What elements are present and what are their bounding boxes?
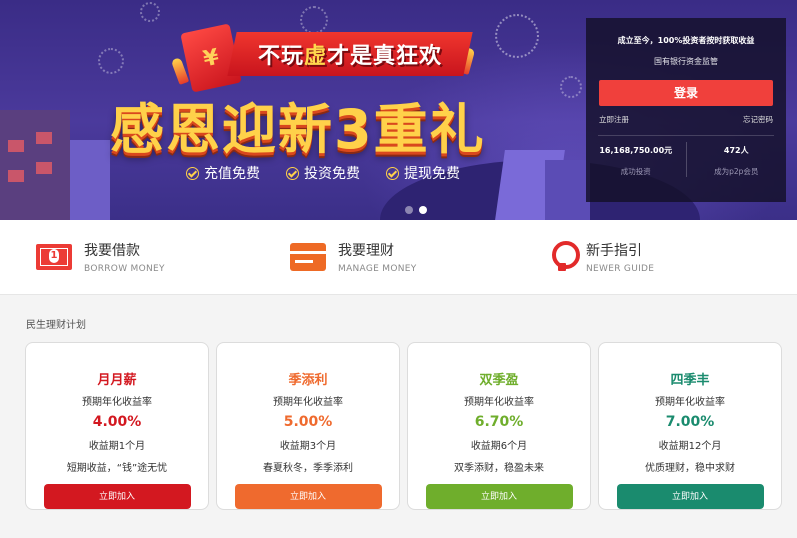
quick-nav: 我要借款 BORROW MONEY 我要理财 MANAGE MONEY 新手指引… xyxy=(0,220,797,295)
nav-title: 新手指引 xyxy=(586,243,642,259)
forgot-password-link[interactable]: 忘记密码 xyxy=(743,114,773,125)
divider xyxy=(598,135,774,136)
building-graphic xyxy=(0,110,70,220)
term-label: 收益期12个月 xyxy=(658,441,722,452)
join-button[interactable]: 立即加入 xyxy=(616,484,764,509)
ribbon-text-post: 才是真狂欢 xyxy=(327,44,443,69)
product-card: 季添利 预期年化收益率 5.00% 收益期3个月 春夏秋冬，季季添利 立即加入 xyxy=(216,342,400,510)
firework-icon xyxy=(98,48,124,74)
stat-label: 成功投资 xyxy=(620,167,651,176)
ribbon-text-highlight: 虚 xyxy=(303,44,327,69)
firework-icon xyxy=(560,76,582,98)
rate-value: 6.70% xyxy=(474,414,524,430)
perk-label: 投资免费 xyxy=(304,166,360,182)
nav-title: 我要理财 xyxy=(338,243,394,259)
product-slogan: 短期收益，“钱”途无忧 xyxy=(66,463,168,474)
promo-banner[interactable]: ¥ 不玩虚才是真狂欢 感恩迎新3重礼 充值免费 投资免费 提现免费 成立至今，1… xyxy=(0,0,797,220)
stat-members: 472人 成为p2p会员 xyxy=(685,142,787,177)
firework-icon xyxy=(140,2,160,22)
term-label: 收益期3个月 xyxy=(279,441,337,452)
rate-label: 预期年化收益率 xyxy=(464,397,534,408)
login-button[interactable]: 登录 xyxy=(599,80,773,106)
nav-title: 我要借款 xyxy=(84,243,140,259)
product-slogan: 春夏秋冬，季季添利 xyxy=(263,463,353,474)
product-card: 月月薪 预期年化收益率 4.00% 收益期1个月 短期收益，“钱”途无忧 立即加… xyxy=(25,342,209,510)
login-subtitle: 国有银行资金监管 xyxy=(654,57,718,66)
rate-value: 7.00% xyxy=(665,414,715,430)
building-graphic xyxy=(70,140,110,220)
login-slogan: 成立至今，100%投资者按时获取收益 xyxy=(617,36,755,45)
check-circle-icon xyxy=(286,166,299,180)
check-circle-icon xyxy=(386,166,399,180)
nav-manage-money[interactable]: 我要理财 MANAGE MONEY xyxy=(290,240,417,274)
nav-subtitle: MANAGE MONEY xyxy=(338,264,417,274)
carousel-dot-1[interactable] xyxy=(405,206,413,214)
platform-stats: 16,168,750.00元 成功投资 472人 成为p2p会员 xyxy=(586,142,786,177)
nav-subtitle: BORROW MONEY xyxy=(84,264,165,274)
money-icon xyxy=(36,244,72,270)
product-card: 双季盈 预期年化收益率 6.70% 收益期6个月 双季添财，稳盈未来 立即加入 xyxy=(407,342,591,510)
perk-label: 提现免费 xyxy=(404,166,460,182)
product-card: 四季丰 预期年化收益率 7.00% 收益期12个月 优质理财，稳中求财 立即加入 xyxy=(598,342,782,510)
register-link[interactable]: 立即注册 xyxy=(599,114,629,125)
product-name: 月月薪 xyxy=(97,373,137,388)
stat-invested: 16,168,750.00元 成功投资 xyxy=(586,142,686,177)
card-icon xyxy=(290,243,326,271)
product-name: 季添利 xyxy=(288,373,328,388)
login-links: 立即注册 忘记密码 xyxy=(586,114,786,125)
firework-icon xyxy=(300,6,328,34)
carousel-dots xyxy=(405,206,427,214)
banner-headline: 感恩迎新3重礼 xyxy=(110,98,486,161)
product-name: 双季盈 xyxy=(479,373,519,388)
term-label: 收益期1个月 xyxy=(88,441,146,452)
stat-value: 472人 xyxy=(723,146,749,155)
nav-subtitle: NEWER GUIDE xyxy=(586,264,655,274)
banner-ribbon: 不玩虚才是真狂欢 xyxy=(227,32,473,76)
term-label: 收益期6个月 xyxy=(470,441,528,452)
nav-text: 我要借款 BORROW MONEY xyxy=(84,240,165,274)
join-button[interactable]: 立即加入 xyxy=(43,484,191,509)
check-circle-icon xyxy=(186,166,199,180)
ribbon-text-pre: 不玩 xyxy=(257,44,304,69)
bulb-icon xyxy=(550,241,580,273)
perk-item: 投资免费 xyxy=(286,163,360,183)
product-cards: 月月薪 预期年化收益率 4.00% 收益期1个月 短期收益，“钱”途无忧 立即加… xyxy=(25,342,782,510)
product-name: 四季丰 xyxy=(670,373,710,388)
nav-newer-guide[interactable]: 新手指引 NEWER GUIDE xyxy=(550,240,654,274)
nav-borrow-money[interactable]: 我要借款 BORROW MONEY xyxy=(36,240,165,274)
login-panel: 成立至今，100%投资者按时获取收益 国有银行资金监管 登录 立即注册 忘记密码… xyxy=(586,18,786,202)
carousel-dot-2[interactable] xyxy=(419,206,427,214)
rate-label: 预期年化收益率 xyxy=(655,397,725,408)
perk-item: 提现免费 xyxy=(386,163,460,183)
perk-list: 充值免费 投资免费 提现免费 xyxy=(186,163,460,183)
rate-value: 4.00% xyxy=(92,414,142,430)
building-graphic xyxy=(545,160,590,220)
section-title: 民生理财计划 xyxy=(26,320,86,331)
product-slogan: 优质理财，稳中求财 xyxy=(645,463,735,474)
stat-value: 16,168,750.00元 xyxy=(599,146,673,155)
ribbon-text: 不玩虚才是真狂欢 xyxy=(258,38,442,70)
join-button[interactable]: 立即加入 xyxy=(425,484,573,509)
join-button[interactable]: 立即加入 xyxy=(234,484,382,509)
firework-icon xyxy=(495,14,539,58)
rate-label: 预期年化收益率 xyxy=(273,397,343,408)
perk-label: 充值免费 xyxy=(204,166,260,182)
rate-value: 5.00% xyxy=(283,414,333,430)
rate-label: 预期年化收益率 xyxy=(82,397,152,408)
envelope-mark: ¥ xyxy=(200,44,222,72)
product-slogan: 双季添财，稳盈未来 xyxy=(454,463,544,474)
nav-text: 新手指引 NEWER GUIDE xyxy=(586,240,654,274)
perk-item: 充值免费 xyxy=(186,163,260,183)
stat-label: 成为p2p会员 xyxy=(714,167,759,176)
nav-text: 我要理财 MANAGE MONEY xyxy=(338,240,417,274)
